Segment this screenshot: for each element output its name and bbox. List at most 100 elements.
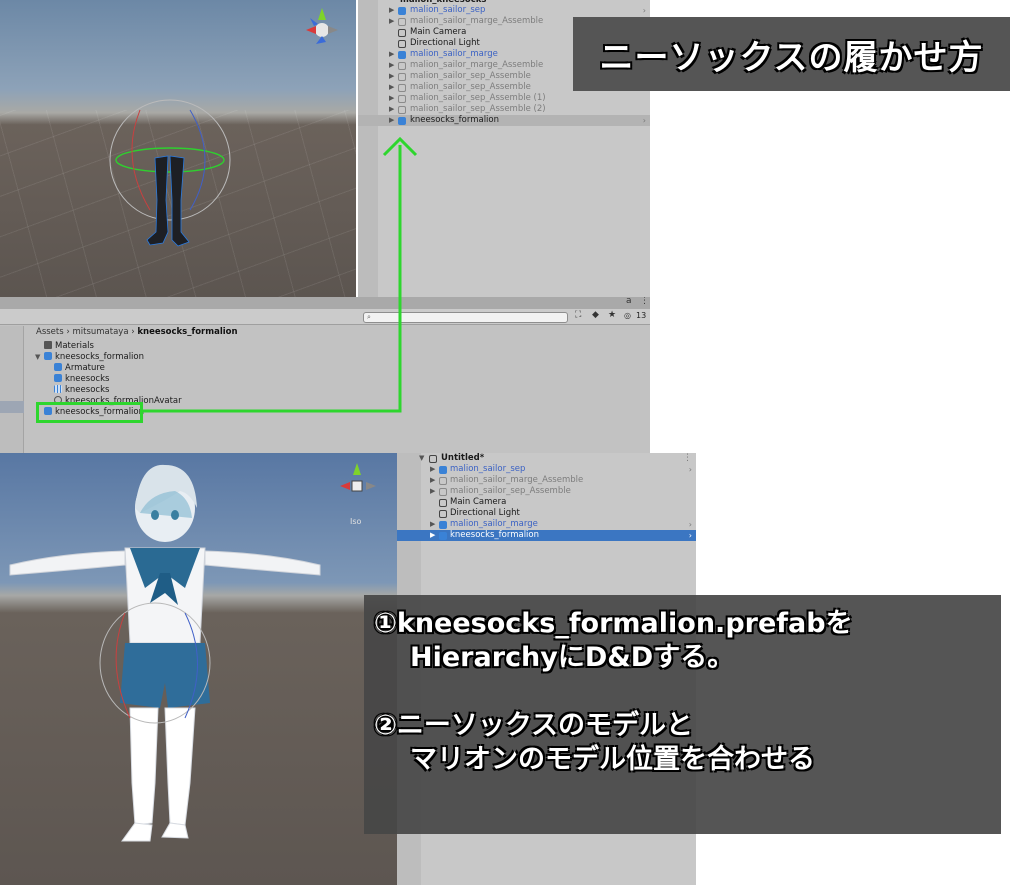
step2-line1: ②ニーソックスのモデルと <box>374 710 694 741</box>
prefab-icon <box>439 477 447 485</box>
hierarchy-row-label: malion_sailor_marge_Assemble <box>410 16 544 26</box>
prefab-icon <box>439 488 447 496</box>
breadcrumb-current[interactable]: kneesocks_formalion <box>137 327 237 337</box>
expand-arrow-icon[interactable]: ▶ <box>430 475 435 486</box>
bottom-scene-view[interactable]: Iso <box>0 453 397 885</box>
hierarchy-row-label: malion_sailor_marge_Assemble <box>450 475 584 485</box>
search-icon: ⌕ <box>367 313 371 321</box>
hierarchy-row-label: malion_sailor_sep_Assemble (2) <box>410 104 546 114</box>
prefab-icon <box>54 374 62 382</box>
hierarchy-row[interactable]: ▶ malion_sailor_marge › <box>397 519 696 530</box>
chevron-right-icon[interactable]: › <box>689 464 692 475</box>
hierarchy-row-label: malion_sailor_sep <box>410 5 486 15</box>
rotate-gizmo-x <box>131 109 151 211</box>
hierarchy-scene-header[interactable]: ▼ Untitled* ⋮ <box>397 453 696 464</box>
project-panel[interactable]: a ⋮ ⌕ ⛶ ◆ ★ ◎ 13 Assets › mitsumataya › … <box>0 297 650 453</box>
prefab-icon <box>398 95 406 103</box>
hierarchy-row[interactable]: ▶ malion_sailor_sep › <box>397 464 696 475</box>
gameobject-icon <box>398 29 406 37</box>
prefab-icon <box>398 117 406 125</box>
expand-arrow-icon[interactable]: ▶ <box>389 93 394 104</box>
prefab-icon <box>44 352 52 360</box>
expand-arrow-icon[interactable]: ▶ <box>389 5 394 16</box>
tag-icon[interactable]: ◆ <box>592 310 599 320</box>
expand-arrow-icon[interactable]: ▶ <box>430 486 435 497</box>
breadcrumb-separator: › <box>131 327 135 337</box>
hierarchy-row[interactable]: ▶ malion_sailor_marge_Assemble <box>397 475 696 486</box>
step1-line2: HierarchyにD&Dする。 <box>410 642 735 673</box>
folder-tree-selection <box>0 401 24 413</box>
prefab-icon <box>398 62 406 70</box>
prefab-icon <box>398 73 406 81</box>
expand-arrow-icon[interactable]: ▼ <box>419 453 424 464</box>
prefab-icon <box>439 532 447 540</box>
prefab-icon <box>398 84 406 92</box>
hierarchy-row-label: Main Camera <box>410 27 467 37</box>
hidden-count: 13 <box>636 311 647 320</box>
project-item[interactable]: Armature <box>54 363 105 374</box>
eye-icon[interactable]: ◎ <box>624 311 631 320</box>
expand-arrow-icon[interactable]: ▶ <box>389 60 394 71</box>
hierarchy-row[interactable]: ▶ kneesocks_formalion › <box>358 115 650 126</box>
breadcrumb-item[interactable]: Assets <box>36 327 64 337</box>
hierarchy-row-label: kneesocks_formalion <box>450 530 540 540</box>
expand-arrow-icon[interactable]: ▶ <box>389 71 394 82</box>
hierarchy-row[interactable]: Directional Light <box>397 508 696 519</box>
prefab-icon <box>398 51 406 59</box>
project-folder-tree[interactable] <box>0 326 24 453</box>
rotate-gizmo-z <box>189 109 206 211</box>
expand-arrow-icon[interactable]: ▶ <box>389 16 394 27</box>
menu-icon[interactable]: ⋮ <box>640 297 649 306</box>
expand-arrow-icon[interactable]: ▶ <box>389 115 394 126</box>
star-icon[interactable]: ★ <box>608 310 616 320</box>
breadcrumb-item[interactable]: mitsumataya <box>72 327 128 337</box>
title-text: ニーソックスの履かせ方 <box>599 37 984 78</box>
hierarchy-row-label: malion_sailor_sep_Assemble (1) <box>410 93 546 103</box>
project-item[interactable]: ▼ kneesocks_formalion <box>35 352 144 363</box>
hierarchy-row[interactable]: ▶ kneesocks_formalion › <box>397 530 696 541</box>
hierarchy-row-label: malion_sailor_sep_Assemble <box>450 486 571 496</box>
hierarchy-row[interactable]: ▶ malion_sailor_sep › <box>358 5 650 16</box>
orientation-gizmo-icon[interactable] <box>336 461 380 509</box>
iso-label[interactable]: Iso <box>350 517 361 526</box>
create-icon[interactable]: ⛶ <box>575 310 581 320</box>
expand-arrow-icon[interactable]: ▶ <box>389 49 394 60</box>
highlight-box <box>36 402 143 423</box>
hierarchy-row-label: Directional Light <box>450 508 520 518</box>
hierarchy-row[interactable]: ▶ malion_sailor_sep_Assemble (1) <box>358 93 650 104</box>
expand-arrow-icon[interactable]: ▶ <box>430 464 435 475</box>
avatar-model <box>9 464 321 842</box>
step2-line2: マリオンのモデル位置を合わせる <box>410 744 815 775</box>
breadcrumb-separator: › <box>66 327 70 337</box>
menu-icon[interactable]: ⋮ <box>683 453 692 464</box>
top-scene-view[interactable] <box>0 0 356 297</box>
expand-arrow-icon[interactable]: ▼ <box>35 352 44 363</box>
project-item[interactable]: kneesocks <box>54 374 109 385</box>
lock-icon[interactable]: a <box>626 297 632 306</box>
hierarchy-row[interactable]: ▶ malion_sailor_sep_Assemble (2) <box>358 104 650 115</box>
chevron-right-icon[interactable]: › <box>643 5 646 16</box>
chevron-right-icon[interactable]: › <box>643 115 646 126</box>
project-toolbar: ⌕ ⛶ ◆ ★ ◎ 13 <box>0 309 650 325</box>
gameobject-icon <box>439 499 447 507</box>
hierarchy-row-label: malion_sailor_marge <box>450 519 538 529</box>
hierarchy-row-label: malion_sailor_sep_Assemble <box>410 71 531 81</box>
panel-tab-strip: a ⋮ <box>0 297 650 309</box>
hierarchy-row-label: malion_sailor_marge <box>410 49 498 59</box>
chevron-right-icon[interactable]: › <box>689 519 692 530</box>
expand-arrow-icon[interactable]: ▶ <box>430 519 435 530</box>
expand-arrow-icon[interactable]: ▶ <box>389 82 394 93</box>
prefab-icon <box>439 521 447 529</box>
hierarchy-row[interactable]: Main Camera <box>397 497 696 508</box>
project-item-label: kneesocks_formalion <box>55 352 145 362</box>
expand-arrow-icon[interactable]: ▶ <box>430 530 435 541</box>
hierarchy-row[interactable]: ▶ malion_sailor_sep_Assemble <box>397 486 696 497</box>
mesh-icon <box>54 385 62 393</box>
project-item[interactable]: Materials <box>35 341 94 352</box>
chevron-right-icon[interactable]: › <box>689 530 692 541</box>
search-input[interactable]: ⌕ <box>363 312 568 323</box>
orientation-gizmo-icon[interactable] <box>302 6 342 50</box>
project-item[interactable]: kneesocks <box>54 385 109 396</box>
expand-arrow-icon[interactable]: ▶ <box>389 104 394 115</box>
